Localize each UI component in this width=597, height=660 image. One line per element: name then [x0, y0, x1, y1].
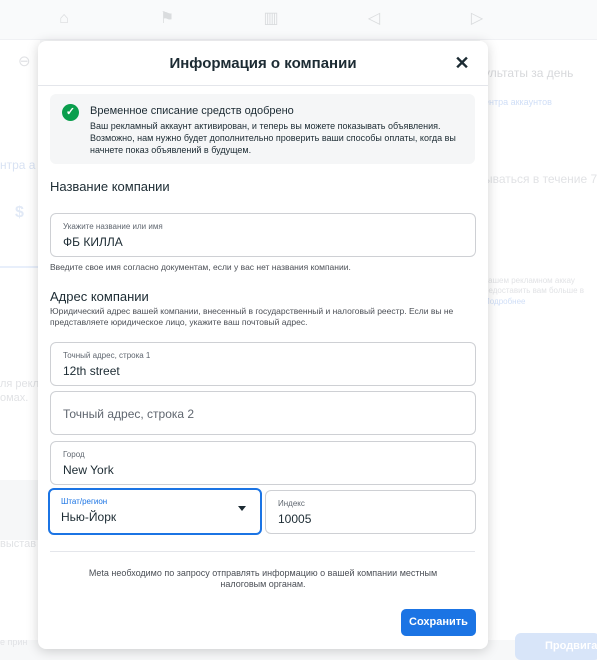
company-info-dialog: Информация о компании ✕ ✓ Временное спис…: [38, 41, 488, 649]
close-icon[interactable]: ✕: [452, 53, 472, 73]
zip-value[interactable]: 10005: [278, 512, 311, 526]
state-value[interactable]: Нью-Йорк: [61, 510, 116, 524]
address-line1-label: Точный адрес, строка 1: [63, 351, 151, 360]
address-line1-value[interactable]: 12th street: [63, 364, 120, 378]
tax-disclosure-note: Meta необходимо по запросу отправлять ин…: [88, 568, 438, 589]
address-line2-placeholder[interactable]: Точный адрес, строка 2: [63, 407, 194, 421]
state-label: Штат/регион: [61, 497, 108, 506]
notice-body: Ваш рекламный аккаунт активирован, и теп…: [90, 121, 456, 155]
address-line1-field[interactable]: Точный адрес, строка 1 12th street: [50, 342, 476, 386]
company-name-field[interactable]: Укажите название или имя ФБ КИЛЛА: [50, 213, 476, 257]
chevron-down-icon[interactable]: [238, 506, 246, 511]
approval-notice: ✓ Временное списание средств одобрено Ва…: [50, 94, 475, 164]
check-circle-icon: ✓: [62, 104, 79, 121]
company-address-heading: Адрес компании: [50, 289, 149, 304]
header-divider: [38, 85, 488, 86]
city-field[interactable]: Город New York: [50, 441, 476, 485]
company-address-helper: Юридический адрес вашей компании, внесен…: [50, 306, 454, 327]
city-value[interactable]: New York: [63, 463, 114, 477]
company-name-label: Укажите название или имя: [63, 222, 163, 231]
state-select[interactable]: Штат/регион Нью-Йорк: [48, 488, 262, 535]
address-line2-field[interactable]: Точный адрес, строка 2: [50, 391, 476, 435]
company-name-helper: Введите свое имя согласно документам, ес…: [50, 262, 351, 272]
save-button[interactable]: Сохранить: [401, 609, 476, 636]
footer-divider: [50, 551, 475, 552]
notice-title: Временное списание средств одобрено: [90, 105, 294, 117]
zip-field[interactable]: Индекс 10005: [265, 490, 476, 534]
company-name-heading: Название компании: [50, 179, 170, 194]
dialog-title: Информация о компании: [169, 55, 357, 72]
city-label: Город: [63, 450, 85, 459]
company-name-value[interactable]: ФБ КИЛЛА: [63, 235, 123, 249]
zip-label: Индекс: [278, 499, 305, 508]
